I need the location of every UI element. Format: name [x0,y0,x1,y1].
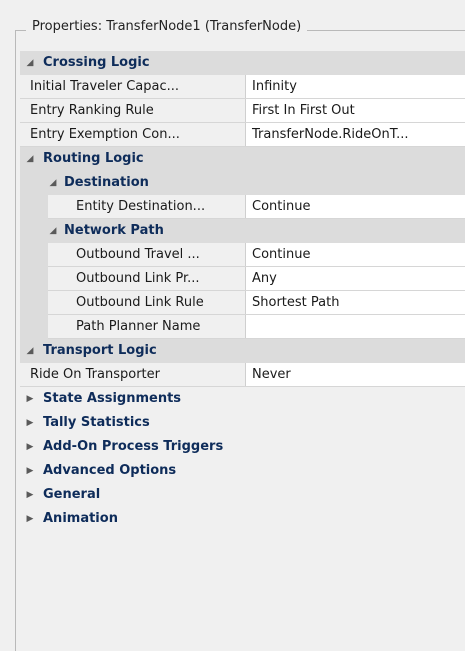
property-name: Entry Exemption Con... [20,123,246,146]
category-general[interactable]: ▶ General [20,483,465,507]
category-transport-logic[interactable]: ◢ Transport Logic [20,339,465,363]
category-label: Routing Logic [43,151,144,166]
expand-triangle-icon[interactable]: ◢ [46,171,60,195]
property-value[interactable] [246,315,465,338]
property-row[interactable]: Entry Ranking Rule First In First Out [20,99,465,123]
property-row[interactable]: Outbound Link Rule Shortest Path [20,291,465,315]
category-animation[interactable]: ▶ Animation [20,507,465,531]
category-label: Network Path [64,223,164,238]
expand-triangle-icon[interactable]: ◢ [23,51,37,75]
indent-margin [20,243,48,267]
indent-margin [20,291,48,315]
property-value[interactable]: First In First Out [246,99,465,122]
collapsed-triangle-icon[interactable]: ▶ [23,459,37,483]
property-row[interactable]: Initial Traveler Capac... Infinity [20,75,465,99]
property-name: Entity Destination... [48,195,246,218]
property-value[interactable]: Continue [246,195,465,218]
indent-margin [20,267,48,291]
property-name: Outbound Link Rule [48,291,246,314]
property-value[interactable]: Any [246,267,465,290]
property-row[interactable]: Path Planner Name [20,315,465,339]
collapsed-triangle-icon[interactable]: ▶ [23,435,37,459]
category-label: Crossing Logic [43,55,150,70]
collapsed-triangle-icon[interactable]: ▶ [23,507,37,531]
property-name: Ride On Transporter [20,363,246,386]
collapsed-triangle-icon[interactable]: ▶ [23,411,37,435]
collapsed-triangle-icon[interactable]: ▶ [23,483,37,507]
properties-title: Properties: TransferNode1 (TransferNode) [26,19,308,34]
category-crossing-logic[interactable]: ◢ Crossing Logic [20,51,465,75]
category-label: Destination [64,175,149,190]
property-value[interactable]: Shortest Path [246,291,465,314]
category-tally-statistics[interactable]: ▶ Tally Statistics [20,411,465,435]
property-row[interactable]: Outbound Link Pr... Any [20,267,465,291]
collapsed-triangle-icon[interactable]: ▶ [23,387,37,411]
property-row[interactable]: Entity Destination... Continue [20,195,465,219]
property-name: Outbound Travel ... [48,243,246,266]
property-row[interactable]: Entry Exemption Con... TransferNode.Ride… [20,123,465,147]
expand-triangle-icon[interactable]: ◢ [23,147,37,171]
expand-triangle-icon[interactable]: ◢ [46,219,60,243]
subcategory-network-path[interactable]: ◢ Network Path [20,219,465,243]
category-label: Tally Statistics [43,415,150,430]
subcategory-destination[interactable]: ◢ Destination [20,171,465,195]
expand-triangle-icon[interactable]: ◢ [23,339,37,363]
indent-margin [20,315,48,339]
property-row[interactable]: Ride On Transporter Never [20,363,465,387]
property-name: Entry Ranking Rule [20,99,246,122]
property-value[interactable]: Continue [246,243,465,266]
property-name: Outbound Link Pr... [48,267,246,290]
category-label: General [43,487,101,502]
category-label: Add-On Process Triggers [43,439,224,454]
category-label: Advanced Options [43,463,177,478]
property-row[interactable]: Outbound Travel ... Continue [20,243,465,267]
indent-margin [20,195,48,219]
property-value[interactable]: Never [246,363,465,386]
property-grid: ◢ Crossing Logic Initial Traveler Capac.… [20,51,465,637]
property-name: Initial Traveler Capac... [20,75,246,98]
property-name: Path Planner Name [48,315,246,338]
category-label: Transport Logic [43,343,157,358]
property-value[interactable]: TransferNode.RideOnT... [246,123,465,146]
category-state-assignments[interactable]: ▶ State Assignments [20,387,465,411]
category-label: State Assignments [43,391,182,406]
category-advanced-options[interactable]: ▶ Advanced Options [20,459,465,483]
category-routing-logic[interactable]: ◢ Routing Logic [20,147,465,171]
category-label: Animation [43,511,118,526]
category-add-on-process-triggers[interactable]: ▶ Add-On Process Triggers [20,435,465,459]
property-value[interactable]: Infinity [246,75,465,98]
